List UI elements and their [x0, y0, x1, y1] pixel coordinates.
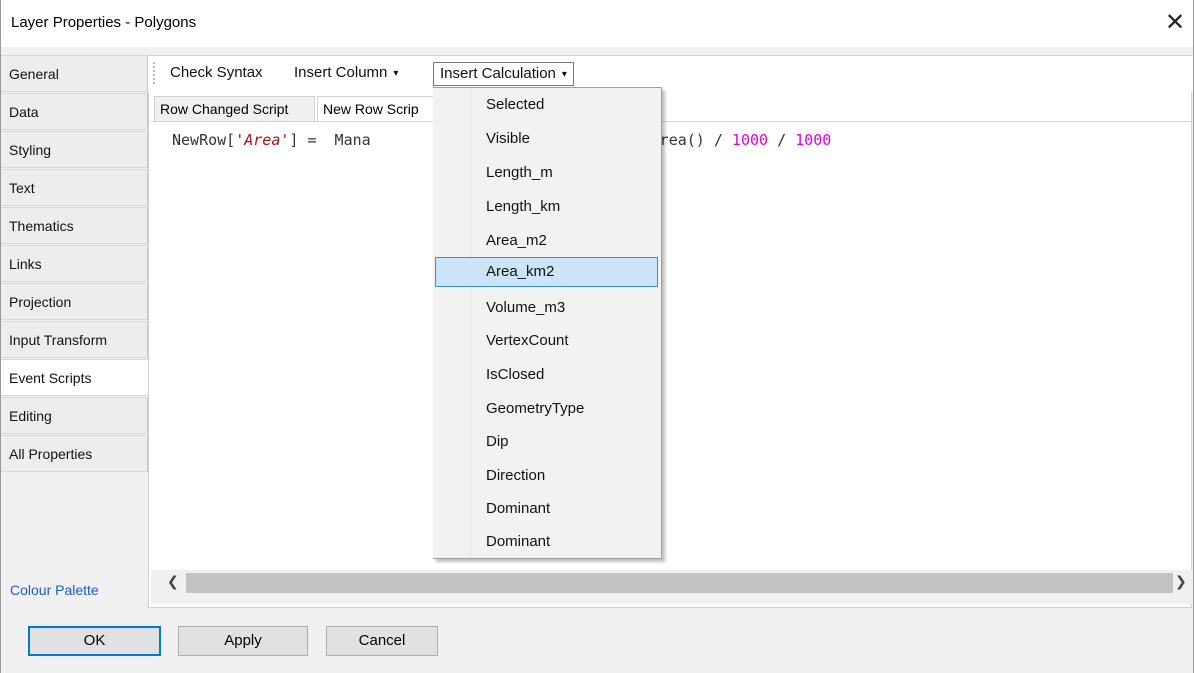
sidebar-item-editing[interactable]: Editing — [1, 397, 148, 434]
code-mid: ] = Mana — [289, 131, 371, 149]
tab-label: Row Changed Script — [160, 101, 289, 117]
scrollbar-thumb[interactable] — [186, 573, 1173, 593]
apply-button[interactable]: Apply — [178, 626, 308, 656]
check-syntax-button[interactable]: Check Syntax — [170, 62, 263, 86]
layer-properties-window: Layer Properties - Polygons ✕ General Da… — [0, 0, 1194, 673]
sidebar-item-label: Projection — [9, 294, 72, 310]
sidebar-item-input-transform[interactable]: Input Transform — [1, 321, 148, 358]
sidebar-item-label: General — [9, 66, 59, 82]
menu-item-direction[interactable]: Direction — [435, 461, 658, 491]
chevron-down-icon: ▾ — [393, 68, 399, 79]
scroll-left-icon[interactable]: ❮ — [167, 573, 179, 590]
menu-item-geometry-type[interactable]: GeometryType — [435, 394, 658, 424]
tab-new-row-script[interactable]: New Row Scrip — [317, 96, 435, 122]
insert-calculation-label: Insert Calculation — [440, 65, 556, 82]
menu-item-length-km[interactable]: Length_km — [435, 192, 658, 222]
title-bar: Layer Properties - Polygons — [1, 0, 1193, 47]
window-title: Layer Properties - Polygons — [11, 14, 197, 31]
script-editor[interactable] — [151, 121, 1191, 569]
sidebar-item-label: Links — [9, 256, 42, 272]
colour-palette-link[interactable]: Colour Palette — [10, 582, 99, 598]
tab-row-changed-script[interactable]: Row Changed Script — [154, 96, 315, 122]
code-divide: / — [768, 131, 796, 149]
menu-item-volume-m3[interactable]: Volume_m3 — [435, 293, 658, 323]
close-icon[interactable]: ✕ — [1156, 6, 1194, 40]
chevron-down-icon: ▾ — [561, 69, 567, 80]
insert-column-button[interactable]: Insert Column ▾ — [294, 62, 398, 86]
code-string-literal: 'Area' — [235, 131, 290, 149]
sidebar-item-links[interactable]: Links — [1, 245, 148, 282]
sidebar-item-data[interactable]: Data — [1, 93, 148, 130]
insert-calculation-button[interactable]: Insert Calculation ▾ — [433, 62, 574, 86]
menu-item-area-km2[interactable]: Area_km2 — [435, 257, 658, 287]
toolbar-grip-icon — [153, 62, 156, 84]
menu-item-visible[interactable]: Visible — [435, 124, 658, 154]
code-number-literal: 1000 — [731, 131, 769, 149]
sidebar-item-all-properties[interactable]: All Properties — [1, 435, 148, 472]
menu-item-area-m2[interactable]: Area_m2 — [435, 226, 658, 256]
sidebar-item-label: Input Transform — [9, 332, 108, 348]
menu-item-length-m[interactable]: Length_m — [435, 158, 658, 188]
sidebar-item-label: Editing — [9, 408, 52, 424]
sidebar-item-label: Event Scripts — [9, 370, 92, 386]
sidebar-item-projection[interactable]: Projection — [1, 283, 148, 320]
menu-item-dip[interactable]: Dip — [435, 427, 658, 457]
sidebar-item-label: Thematics — [9, 218, 74, 234]
sidebar-item-text[interactable]: Text — [1, 169, 148, 206]
tab-label: New Row Scrip — [323, 101, 419, 117]
sidebar-item-label: Data — [9, 104, 39, 120]
cancel-button[interactable]: Cancel — [326, 626, 438, 656]
menu-item-dominant[interactable]: Dominant — [435, 527, 658, 557]
sidebar-item-styling[interactable]: Styling — [1, 131, 148, 168]
menu-item-dominant[interactable]: Dominant — [435, 494, 658, 524]
ok-button[interactable]: OK — [28, 626, 161, 656]
sidebar-item-label: Styling — [9, 142, 52, 158]
menu-item-is-closed[interactable]: IsClosed — [435, 360, 658, 390]
scroll-right-icon[interactable]: ❯ — [1175, 573, 1187, 590]
sidebar-item-general[interactable]: General — [1, 55, 148, 92]
code-prefix: NewRow[ — [172, 131, 236, 149]
menu-item-vertex-count[interactable]: VertexCount — [435, 326, 658, 356]
sidebar-item-thematics[interactable]: Thematics — [1, 207, 148, 244]
sidebar-item-event-scripts[interactable]: Event Scripts — [1, 359, 148, 396]
menu-item-selected[interactable]: Selected — [435, 90, 658, 120]
sidebar-item-label: All Properties — [9, 446, 93, 462]
code-number-literal: 1000 — [795, 131, 832, 149]
sidebar-item-label: Text — [9, 180, 35, 196]
insert-column-label: Insert Column — [294, 64, 388, 81]
